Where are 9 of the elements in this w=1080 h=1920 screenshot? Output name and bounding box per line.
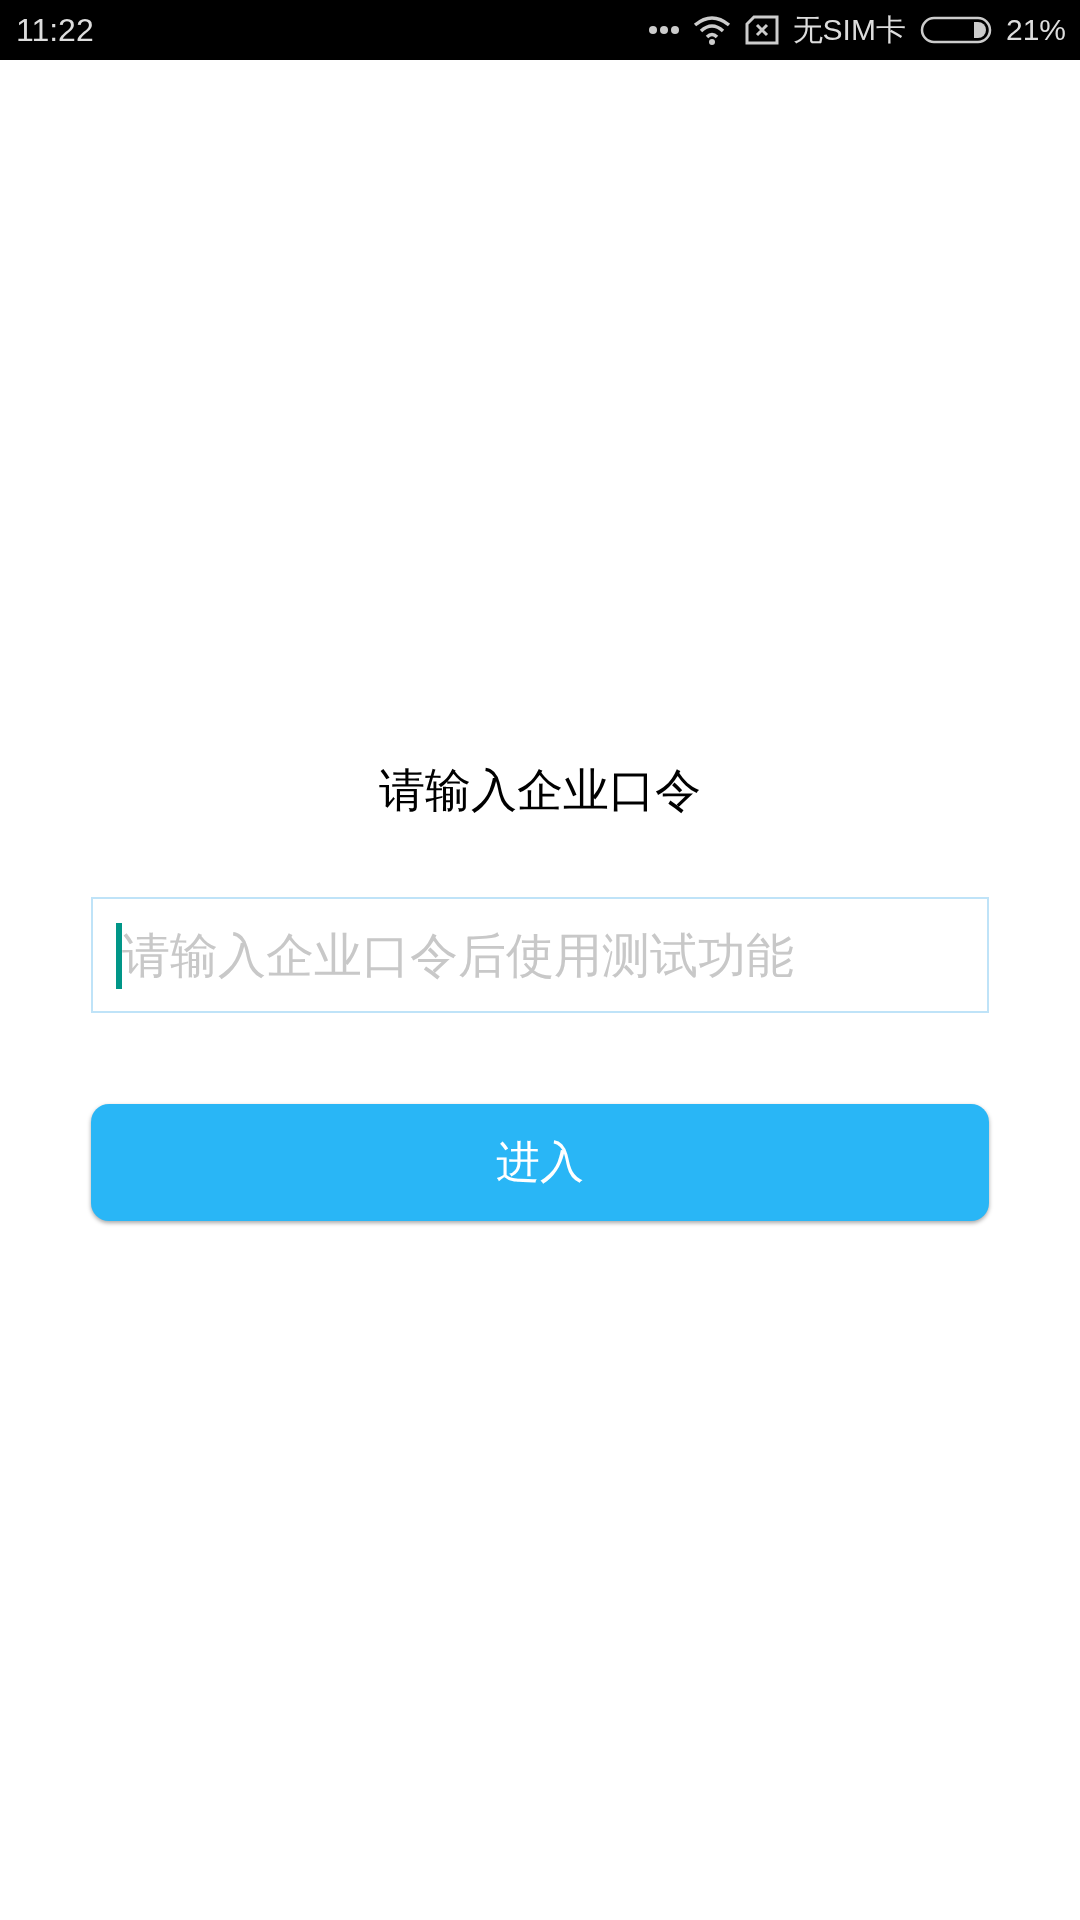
more-dots-icon [648, 25, 679, 35]
wifi-icon [692, 15, 731, 45]
page-title: 请输入企业口令 [379, 763, 701, 817]
no-sim-icon [744, 15, 779, 45]
battery-percent: 21% [1005, 13, 1066, 47]
carrier-text: 无SIM卡 [792, 11, 906, 48]
battery-icon [919, 16, 992, 44]
enter-button[interactable]: 进入 [91, 1104, 989, 1221]
status-time: 11:22 [16, 11, 94, 49]
